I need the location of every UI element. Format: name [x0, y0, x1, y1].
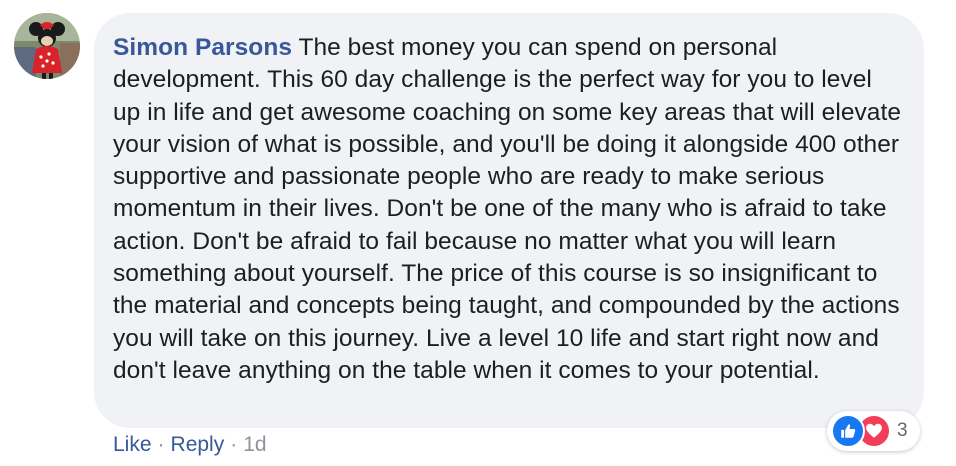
reply-link[interactable]: Reply: [171, 433, 225, 456]
separator-dot: ·: [157, 433, 165, 456]
comment-body: Simon Parsons The best money you can spe…: [113, 32, 904, 387]
like-link[interactable]: Like: [113, 433, 152, 456]
comment-text: The best money you can spend on personal…: [113, 34, 902, 384]
reaction-count: 3: [897, 420, 908, 441]
avatar[interactable]: [14, 13, 80, 79]
comment-author[interactable]: Simon Parsons: [113, 34, 292, 61]
avatar-photo: [14, 13, 80, 79]
comment-timestamp[interactable]: 1d: [243, 433, 266, 456]
comment-bubble: Simon Parsons The best money you can spe…: [94, 13, 924, 428]
reactions-summary[interactable]: 3: [827, 411, 920, 451]
like-icon: [831, 414, 865, 448]
separator-dot: ·: [230, 433, 238, 456]
comment-actions: Like · Reply · 1d: [113, 430, 267, 460]
